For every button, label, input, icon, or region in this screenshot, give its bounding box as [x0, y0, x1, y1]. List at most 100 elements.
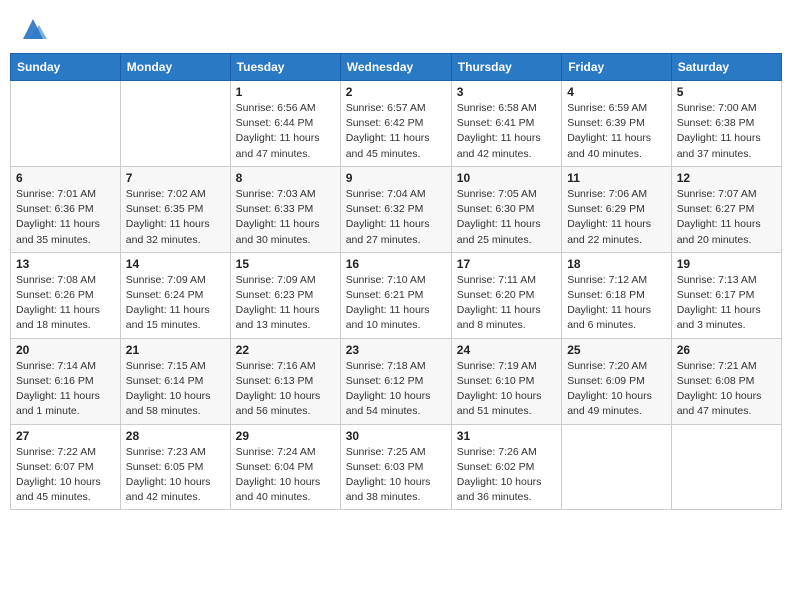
day-number: 3	[457, 85, 556, 99]
day-number: 13	[16, 257, 115, 271]
day-info: Sunrise: 6:56 AM Sunset: 6:44 PM Dayligh…	[236, 101, 335, 162]
day-number: 18	[567, 257, 666, 271]
day-number: 24	[457, 343, 556, 357]
day-number: 21	[126, 343, 225, 357]
calendar-cell: 7 Sunrise: 7:02 AM Sunset: 6:35 PM Daylig…	[120, 166, 230, 252]
day-info: Sunrise: 6:58 AM Sunset: 6:41 PM Dayligh…	[457, 101, 556, 162]
day-info: Sunrise: 7:10 AM Sunset: 6:21 PM Dayligh…	[346, 273, 446, 334]
day-info: Sunrise: 7:25 AM Sunset: 6:03 PM Dayligh…	[346, 445, 446, 506]
day-number: 17	[457, 257, 556, 271]
calendar-week-row: 1Sunrise: 6:56 AM Sunset: 6:44 PM Daylig…	[11, 81, 782, 167]
column-header-monday: Monday	[120, 54, 230, 81]
day-number: 7	[126, 171, 225, 185]
day-info: Sunrise: 7:18 AM Sunset: 6:12 PM Dayligh…	[346, 359, 446, 420]
calendar-cell: 14Sunrise: 7:09 AM Sunset: 6:24 PM Dayli…	[120, 252, 230, 338]
calendar-cell: 23 Sunrise: 7:18 AM Sunset: 6:12 PM Dayli…	[340, 338, 451, 424]
calendar-week-row: 6Sunrise: 7:01 AM Sunset: 6:36 PM Daylig…	[11, 166, 782, 252]
calendar-cell: 24 Sunrise: 7:19 AM Sunset: 6:10 PM Dayli…	[451, 338, 561, 424]
day-info: Sunrise: 7:07 AM Sunset: 6:27 PM Dayligh…	[677, 187, 776, 248]
day-info: Sunrise: 7:05 AM Sunset: 6:30 PM Dayligh…	[457, 187, 556, 248]
day-info: Sunrise: 7:09 AM Sunset: 6:23 PM Dayligh…	[236, 273, 335, 334]
calendar-cell: 1Sunrise: 6:56 AM Sunset: 6:44 PM Daylig…	[230, 81, 340, 167]
day-number: 10	[457, 171, 556, 185]
day-info: Sunrise: 7:20 AM Sunset: 6:09 PM Dayligh…	[567, 359, 666, 420]
day-info: Sunrise: 7:21 AM Sunset: 6:08 PM Dayligh…	[677, 359, 776, 420]
day-info: Sunrise: 7:13 AM Sunset: 6:17 PM Dayligh…	[677, 273, 776, 334]
calendar-cell: 12Sunrise: 7:07 AM Sunset: 6:27 PM Dayli…	[671, 166, 781, 252]
day-info: Sunrise: 7:04 AM Sunset: 6:32 PM Dayligh…	[346, 187, 446, 248]
calendar-week-row: 13 Sunrise: 7:08 AM Sunset: 6:26 PM Dayli…	[11, 252, 782, 338]
calendar-cell: 3 Sunrise: 6:58 AM Sunset: 6:41 PM Daylig…	[451, 81, 561, 167]
day-number: 11	[567, 171, 666, 185]
calendar-week-row: 20Sunrise: 7:14 AM Sunset: 6:16 PM Dayli…	[11, 338, 782, 424]
day-number: 28	[126, 429, 225, 443]
day-info: Sunrise: 7:16 AM Sunset: 6:13 PM Dayligh…	[236, 359, 335, 420]
calendar-cell: 13 Sunrise: 7:08 AM Sunset: 6:26 PM Dayli…	[11, 252, 121, 338]
calendar-cell: 30 Sunrise: 7:25 AM Sunset: 6:03 PM Dayli…	[340, 424, 451, 510]
calendar-cell: 8 Sunrise: 7:03 AM Sunset: 6:33 PM Daylig…	[230, 166, 340, 252]
calendar-cell: 9Sunrise: 7:04 AM Sunset: 6:32 PM Daylig…	[340, 166, 451, 252]
day-number: 4	[567, 85, 666, 99]
day-number: 22	[236, 343, 335, 357]
day-info: Sunrise: 7:03 AM Sunset: 6:33 PM Dayligh…	[236, 187, 335, 248]
calendar-table: SundayMondayTuesdayWednesdayThursdayFrid…	[10, 53, 782, 510]
day-number: 15	[236, 257, 335, 271]
column-header-sunday: Sunday	[11, 54, 121, 81]
day-number: 16	[346, 257, 446, 271]
day-info: Sunrise: 7:26 AM Sunset: 6:02 PM Dayligh…	[457, 445, 556, 506]
calendar-cell: 17 Sunrise: 7:11 AM Sunset: 6:20 PM Dayli…	[451, 252, 561, 338]
day-info: Sunrise: 7:24 AM Sunset: 6:04 PM Dayligh…	[236, 445, 335, 506]
day-info: Sunrise: 6:59 AM Sunset: 6:39 PM Dayligh…	[567, 101, 666, 162]
day-info: Sunrise: 7:00 AM Sunset: 6:38 PM Dayligh…	[677, 101, 776, 162]
day-info: Sunrise: 7:02 AM Sunset: 6:35 PM Dayligh…	[126, 187, 225, 248]
day-number: 29	[236, 429, 335, 443]
day-info: Sunrise: 7:09 AM Sunset: 6:24 PM Dayligh…	[126, 273, 225, 334]
calendar-cell: 10 Sunrise: 7:05 AM Sunset: 6:30 PM Dayli…	[451, 166, 561, 252]
calendar-cell: 31 Sunrise: 7:26 AM Sunset: 6:02 PM Dayli…	[451, 424, 561, 510]
calendar-cell: 22 Sunrise: 7:16 AM Sunset: 6:13 PM Dayli…	[230, 338, 340, 424]
day-info: Sunrise: 7:22 AM Sunset: 6:07 PM Dayligh…	[16, 445, 115, 506]
calendar-cell: 15 Sunrise: 7:09 AM Sunset: 6:23 PM Dayli…	[230, 252, 340, 338]
day-info: Sunrise: 7:11 AM Sunset: 6:20 PM Dayligh…	[457, 273, 556, 334]
day-info: Sunrise: 7:23 AM Sunset: 6:05 PM Dayligh…	[126, 445, 225, 506]
calendar-cell: 29 Sunrise: 7:24 AM Sunset: 6:04 PM Dayli…	[230, 424, 340, 510]
logo-icon	[19, 15, 47, 43]
day-number: 8	[236, 171, 335, 185]
column-header-wednesday: Wednesday	[340, 54, 451, 81]
day-number: 19	[677, 257, 776, 271]
day-number: 23	[346, 343, 446, 357]
calendar-cell: 25 Sunrise: 7:20 AM Sunset: 6:09 PM Dayli…	[562, 338, 672, 424]
day-number: 5	[677, 85, 776, 99]
column-header-saturday: Saturday	[671, 54, 781, 81]
column-header-friday: Friday	[562, 54, 672, 81]
calendar-cell: 20Sunrise: 7:14 AM Sunset: 6:16 PM Dayli…	[11, 338, 121, 424]
calendar-cell: 26 Sunrise: 7:21 AM Sunset: 6:08 PM Dayli…	[671, 338, 781, 424]
calendar-cell: 18 Sunrise: 7:12 AM Sunset: 6:18 PM Dayli…	[562, 252, 672, 338]
day-number: 30	[346, 429, 446, 443]
page-header	[10, 10, 782, 43]
calendar-cell: 28 Sunrise: 7:23 AM Sunset: 6:05 PM Dayli…	[120, 424, 230, 510]
calendar-cell	[11, 81, 121, 167]
day-number: 26	[677, 343, 776, 357]
day-info: Sunrise: 7:19 AM Sunset: 6:10 PM Dayligh…	[457, 359, 556, 420]
calendar-cell	[671, 424, 781, 510]
day-number: 25	[567, 343, 666, 357]
calendar-cell: 21Sunrise: 7:15 AM Sunset: 6:14 PM Dayli…	[120, 338, 230, 424]
day-info: Sunrise: 7:08 AM Sunset: 6:26 PM Dayligh…	[16, 273, 115, 334]
calendar-week-row: 27 Sunrise: 7:22 AM Sunset: 6:07 PM Dayli…	[11, 424, 782, 510]
calendar-cell: 5 Sunrise: 7:00 AM Sunset: 6:38 PM Daylig…	[671, 81, 781, 167]
calendar-header-row: SundayMondayTuesdayWednesdayThursdayFrid…	[11, 54, 782, 81]
day-info: Sunrise: 7:12 AM Sunset: 6:18 PM Dayligh…	[567, 273, 666, 334]
day-info: Sunrise: 7:06 AM Sunset: 6:29 PM Dayligh…	[567, 187, 666, 248]
calendar-cell: 11 Sunrise: 7:06 AM Sunset: 6:29 PM Dayli…	[562, 166, 672, 252]
calendar-cell: 16 Sunrise: 7:10 AM Sunset: 6:21 PM Dayli…	[340, 252, 451, 338]
calendar-cell	[562, 424, 672, 510]
day-number: 2	[346, 85, 446, 99]
day-number: 27	[16, 429, 115, 443]
column-header-tuesday: Tuesday	[230, 54, 340, 81]
calendar-cell: 19 Sunrise: 7:13 AM Sunset: 6:17 PM Dayli…	[671, 252, 781, 338]
calendar-cell: 27 Sunrise: 7:22 AM Sunset: 6:07 PM Dayli…	[11, 424, 121, 510]
day-number: 20	[16, 343, 115, 357]
day-info: Sunrise: 6:57 AM Sunset: 6:42 PM Dayligh…	[346, 101, 446, 162]
day-number: 31	[457, 429, 556, 443]
